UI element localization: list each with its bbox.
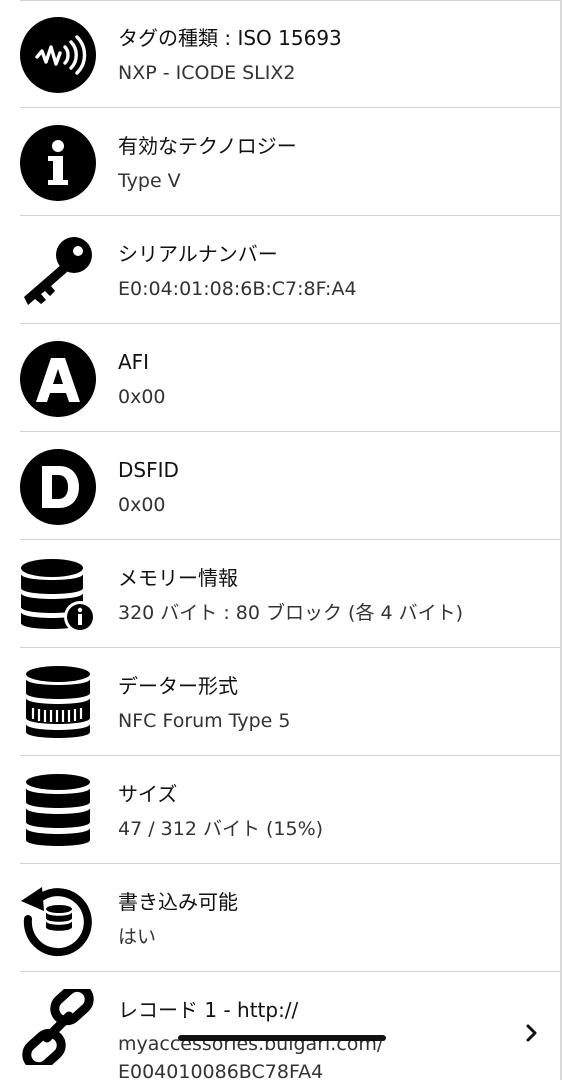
dsfid-label: DSFID — [118, 458, 179, 482]
afi-label: AFI — [118, 350, 150, 374]
top-separator — [20, 0, 560, 1]
afi-row: AFI 0x00 — [0, 324, 560, 432]
tag-type-row: タグの種類 : ISO 15693 NXP - ICODE SLIX2 — [0, 0, 560, 108]
tag-info-list: タグの種類 : ISO 15693 NXP - ICODE SLIX2 有効なテ… — [0, 0, 560, 1080]
size-value: 47 / 312 バイト (15%) — [118, 818, 324, 840]
dsfid-text: DSFID 0x00 — [118, 455, 506, 520]
writable-text: 書き込み可能 はい — [118, 887, 506, 952]
database-size-icon — [20, 773, 96, 849]
afi-value: 0x00 — [118, 386, 166, 408]
writable-row: 書き込み可能 はい — [0, 864, 560, 972]
size-text: サイズ 47 / 312 バイト (15%) — [118, 779, 506, 844]
writable-label: 書き込み可能 — [118, 890, 238, 914]
memory-info-text: メモリー情報 320 バイト : 80 ブロック (各 4 バイト) — [118, 563, 506, 628]
memory-info-value: 320 バイト : 80 ブロック (各 4 バイト) — [118, 602, 464, 624]
database-info-icon — [20, 557, 96, 633]
dsfid-row: DSFID 0x00 — [0, 432, 560, 540]
info-icon — [20, 125, 96, 201]
record-1-label: レコード 1 - http:// — [118, 998, 299, 1022]
technology-label: 有効なテクノロジー — [118, 134, 297, 158]
afi-text: AFI 0x00 — [118, 347, 506, 412]
nfc-tag-icon — [20, 17, 96, 93]
memory-info-row: メモリー情報 320 バイト : 80 ブロック (各 4 バイト) — [0, 540, 560, 648]
memory-info-label: メモリー情報 — [118, 566, 238, 590]
technology-row: 有効なテクノロジー Type V — [0, 108, 560, 216]
key-icon — [20, 233, 96, 309]
size-row: サイズ 47 / 312 バイト (15%) — [0, 756, 560, 864]
data-format-value: NFC Forum Type 5 — [118, 710, 291, 732]
dsfid-value: 0x00 — [118, 494, 166, 516]
size-label: サイズ — [118, 782, 178, 806]
serial-number-row: シリアルナンバー E0:04:01:08:6B:C7:8F:A4 — [0, 216, 560, 324]
tag-type-value: NXP - ICODE SLIX2 — [118, 62, 296, 84]
letter-a-icon — [20, 341, 96, 417]
technology-text: 有効なテクノロジー Type V — [118, 131, 506, 196]
data-format-row: データー形式 NFC Forum Type 5 — [0, 648, 560, 756]
chevron-right-icon — [526, 1024, 537, 1042]
serial-number-text: シリアルナンバー E0:04:01:08:6B:C7:8F:A4 — [118, 239, 506, 304]
writable-value: はい — [118, 926, 157, 948]
home-indicator[interactable] — [178, 1035, 386, 1041]
record-1-row[interactable]: レコード 1 - http:// myaccessories.bulgari.c… — [0, 972, 560, 1080]
serial-number-label: シリアルナンバー — [118, 242, 278, 266]
link-icon — [20, 989, 96, 1065]
data-format-label: データー形式 — [118, 674, 238, 698]
database-format-icon — [20, 665, 96, 741]
writable-refresh-icon — [20, 881, 96, 957]
letter-d-icon — [20, 449, 96, 525]
serial-number-value: E0:04:01:08:6B:C7:8F:A4 — [118, 278, 357, 300]
data-format-text: データー形式 NFC Forum Type 5 — [118, 671, 506, 736]
technology-value: Type V — [118, 170, 181, 192]
tag-type-text: タグの種類 : ISO 15693 NXP - ICODE SLIX2 — [118, 23, 506, 88]
tag-type-label: タグの種類 : ISO 15693 — [118, 26, 342, 50]
record-1-url-line-2: E004010086BC78FA4 — [118, 1061, 324, 1080]
